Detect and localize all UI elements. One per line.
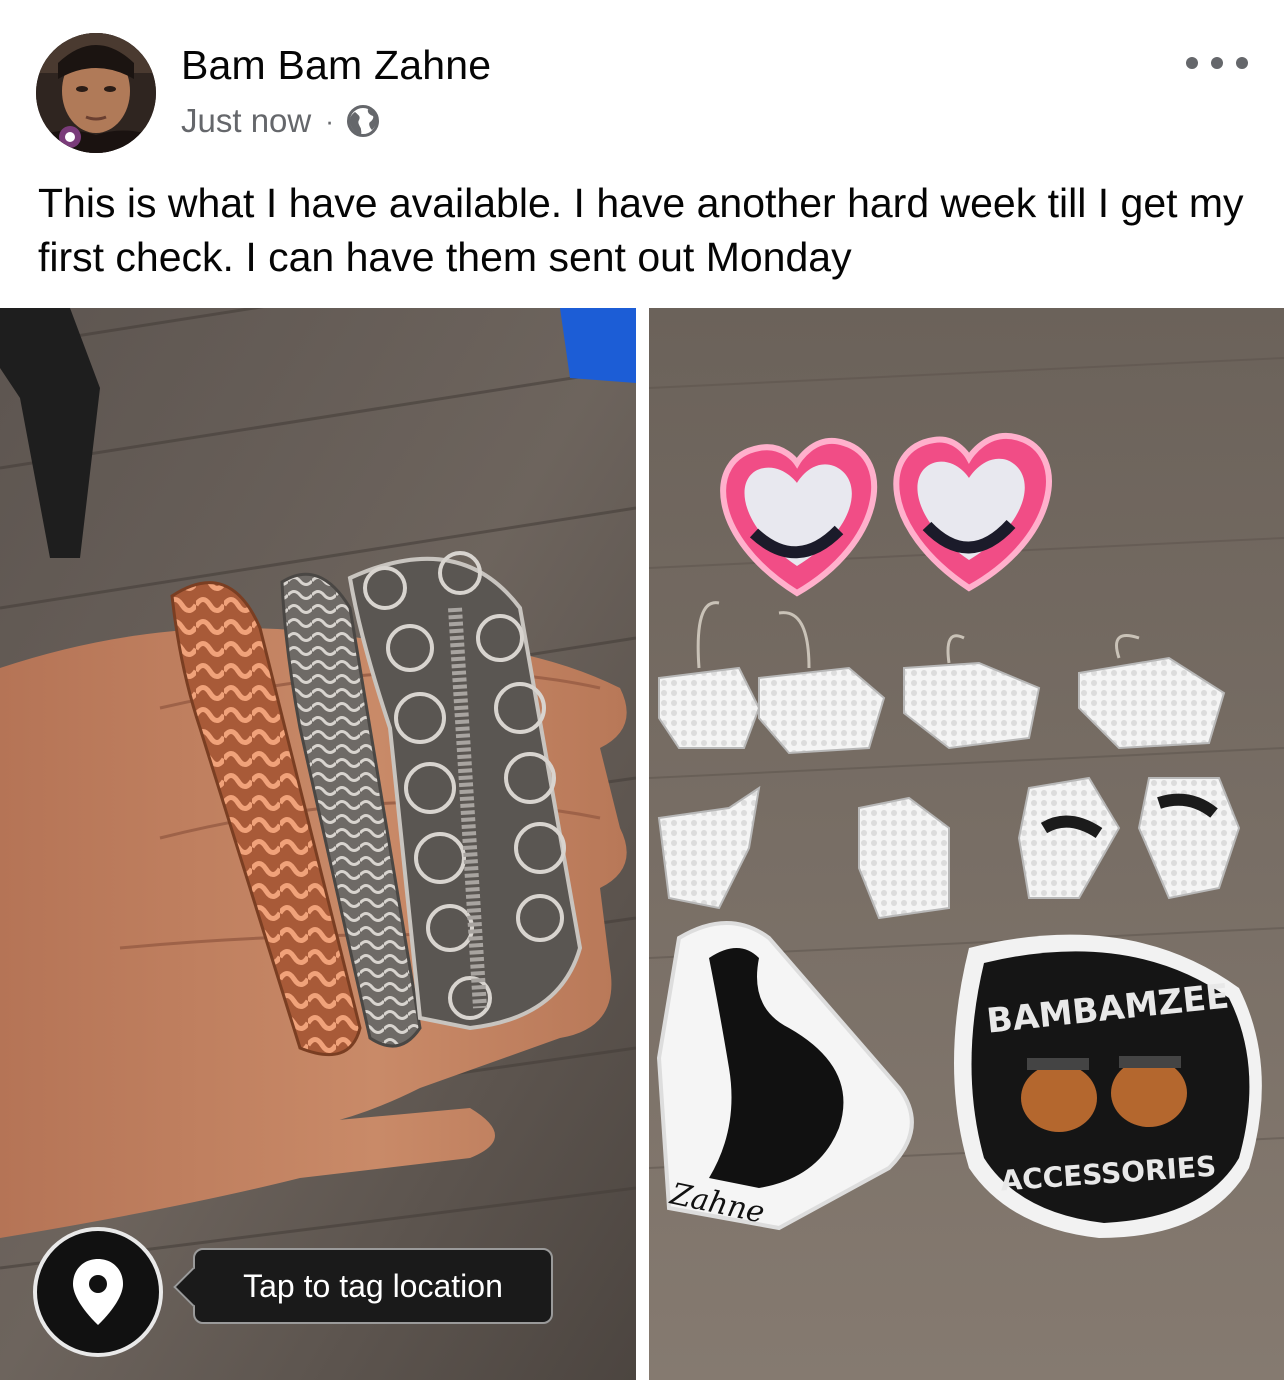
meta-separator: · — [325, 105, 334, 136]
bambamzee-sticker: BAMBAMZEE ACCESSORIES — [954, 934, 1262, 1238]
bracelets-photo[interactable] — [0, 308, 636, 1380]
post-meta: Just now · — [181, 100, 380, 142]
author-name[interactable]: Bam Bam Zahne — [181, 42, 491, 89]
globe-icon[interactable] — [346, 104, 380, 138]
post-message: This is what I have available. I have an… — [38, 180, 1244, 280]
facebook-post: Bam Bam Zahne Just now · This is what I … — [0, 0, 1284, 1400]
earrings-stickers-photo[interactable]: Zahne BAMBAMZEE ACCESSORIES — [649, 308, 1284, 1380]
post-timestamp[interactable]: Just now — [181, 102, 311, 140]
more-options-icon[interactable] — [1186, 48, 1248, 78]
location-pin-icon[interactable] — [33, 1227, 163, 1357]
tag-location-button[interactable]: Tap to tag location — [193, 1248, 553, 1324]
tag-location-label: Tap to tag location — [243, 1267, 503, 1304]
author-avatar[interactable] — [36, 33, 156, 153]
